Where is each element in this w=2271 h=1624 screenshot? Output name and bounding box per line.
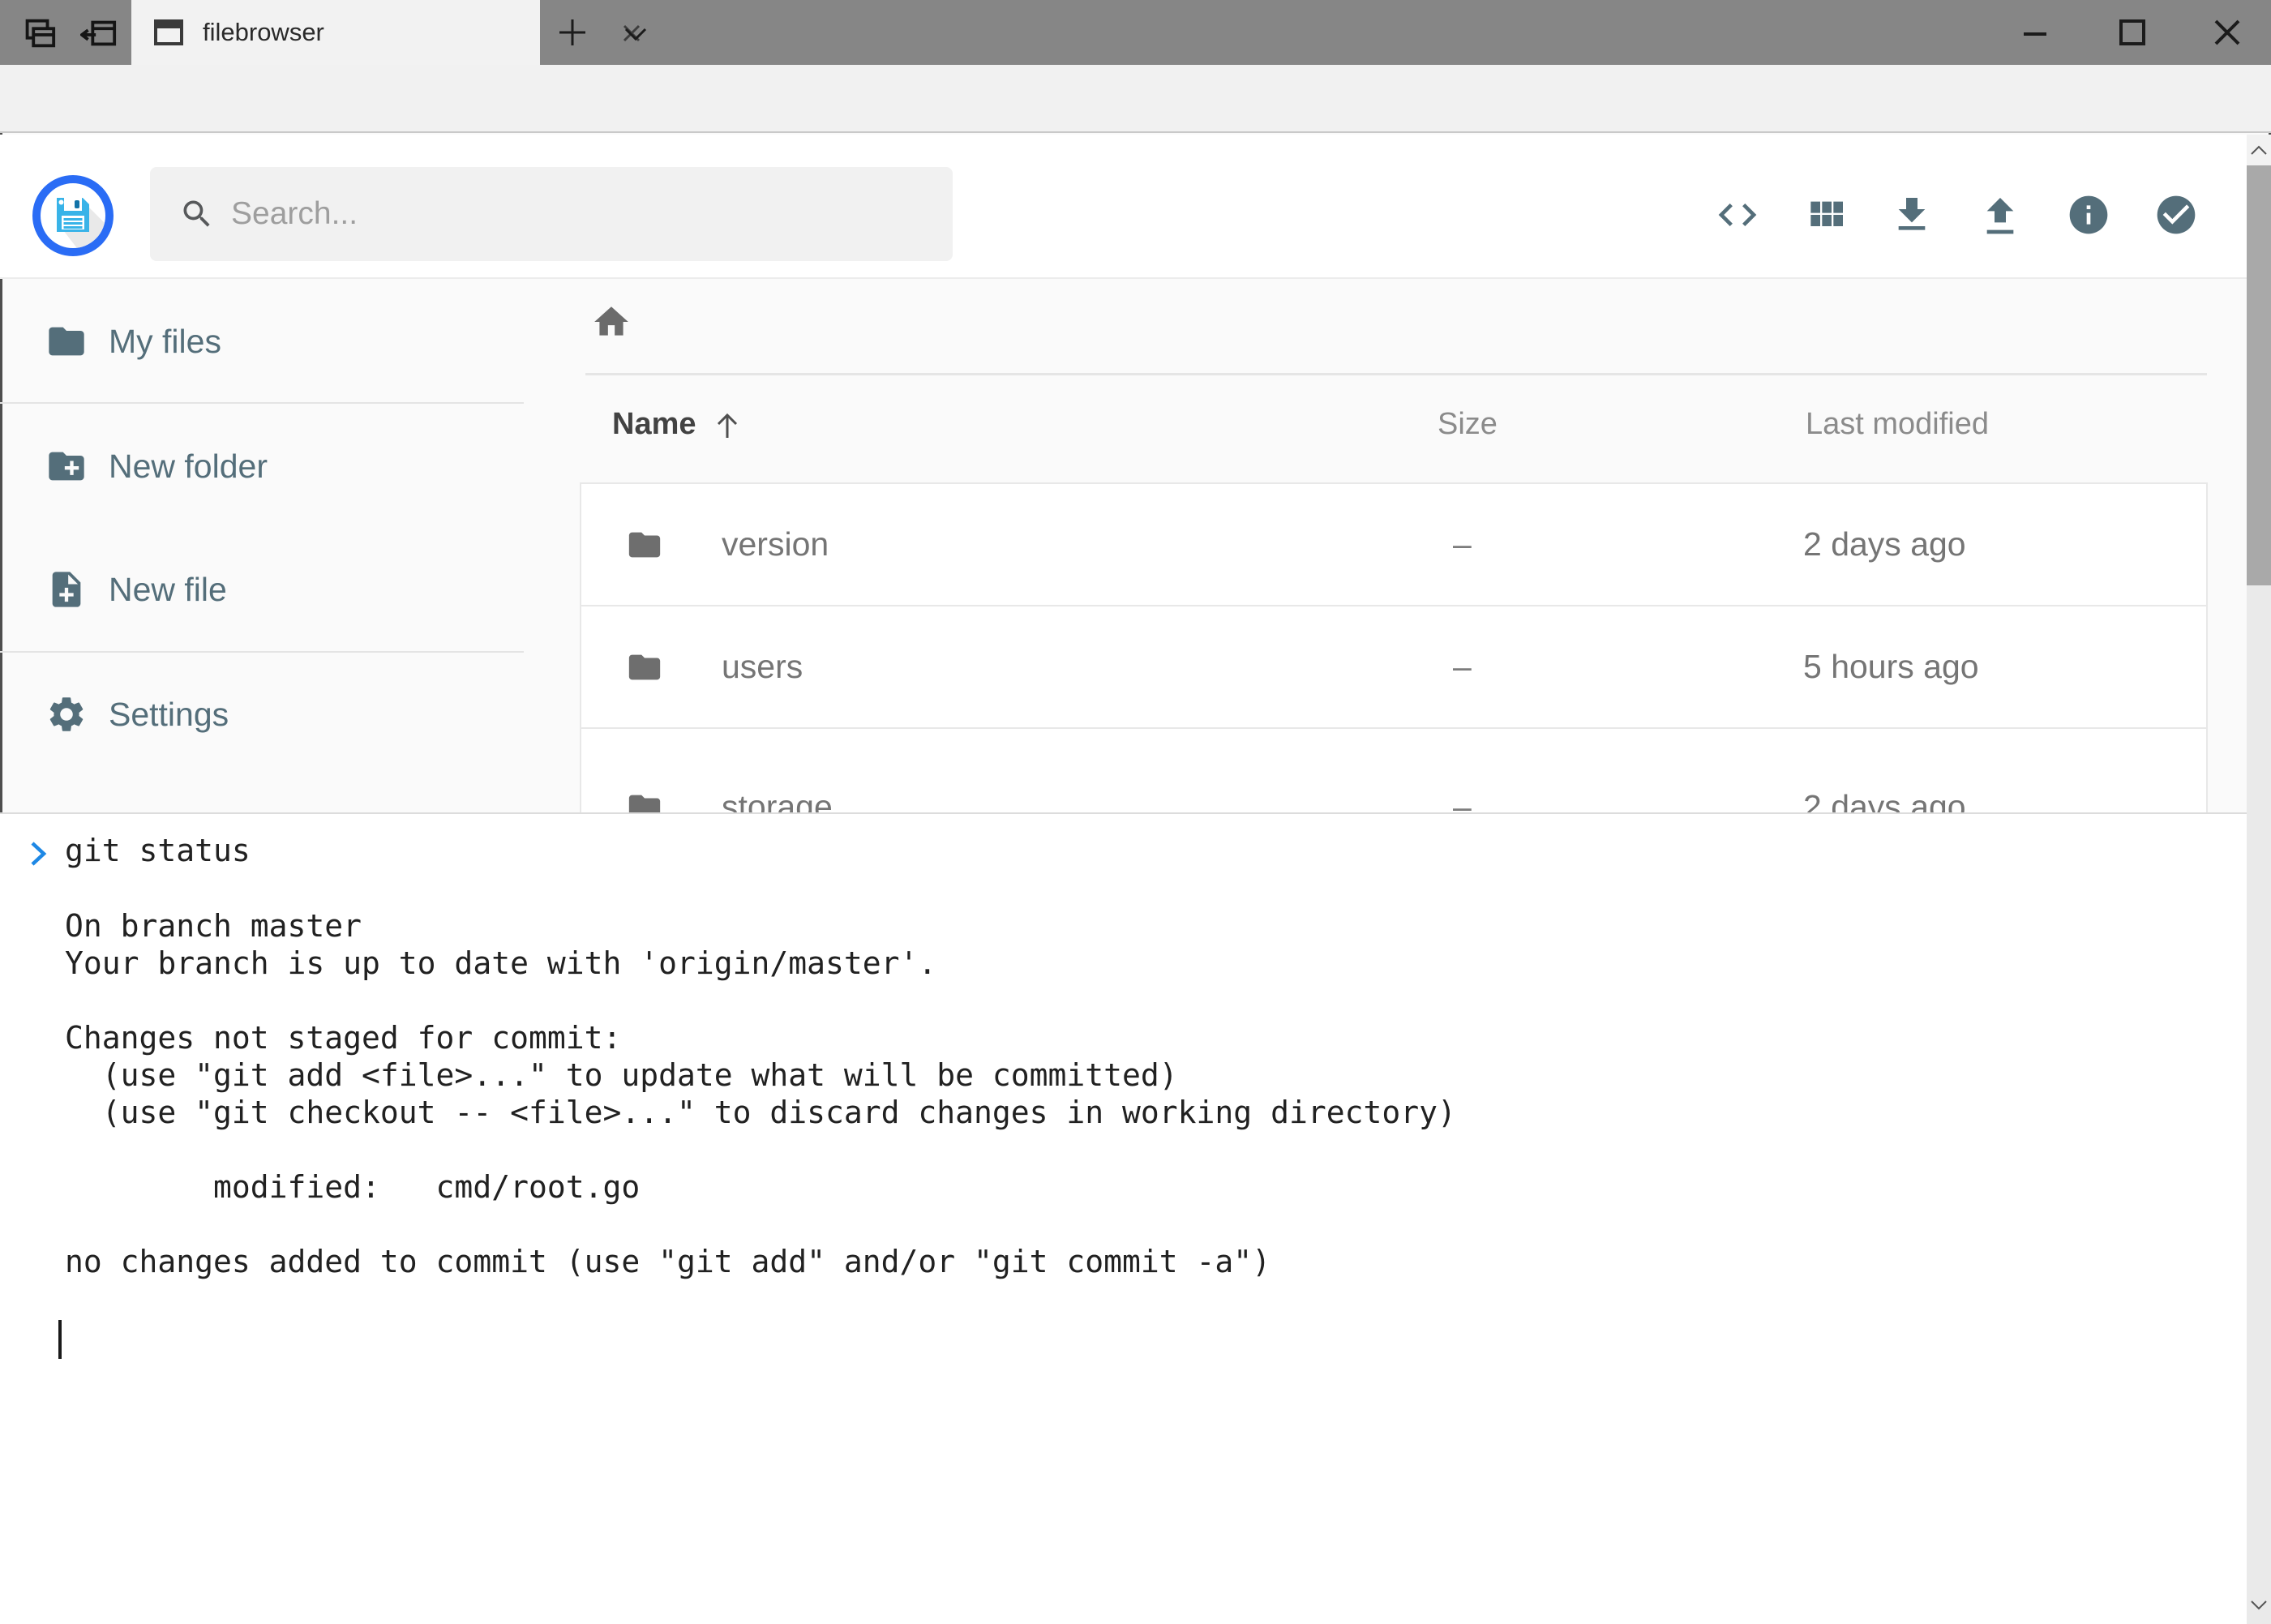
search-icon [179, 196, 215, 232]
file-row-users[interactable]: users – 5 hours ago [580, 605, 2208, 729]
row-size: – [1453, 525, 1472, 563]
row-name: version [722, 525, 829, 563]
page-favicon-icon [154, 19, 183, 45]
terminal-command: git status [65, 832, 251, 869]
terminal-panel[interactable]: git status On branch master Your branch … [0, 812, 2247, 1624]
search-input[interactable] [231, 196, 880, 232]
sidebar-item-settings[interactable]: Settings [0, 670, 535, 759]
chevron-right-icon [26, 840, 52, 868]
sidebar-item-my-files[interactable]: My files [0, 297, 535, 386]
titlebar: filebrowser [0, 0, 2271, 65]
info-icon[interactable] [2066, 192, 2111, 238]
breadcrumb-divider [585, 373, 2207, 375]
grid-view-icon[interactable] [1803, 192, 1849, 238]
breadcrumb-home-icon[interactable] [591, 302, 632, 342]
code-shell-icon[interactable] [1715, 192, 1760, 238]
sidebar-item-label: Settings [109, 696, 229, 734]
sidebar-item-new-file[interactable]: New file [0, 545, 535, 634]
row-modified: 2 days ago [1803, 525, 1966, 563]
browser-toolbar: filebrowser.web/files/ [0, 65, 2271, 133]
folder-icon [623, 526, 666, 563]
browser-tab[interactable]: filebrowser [131, 0, 540, 65]
minimize-icon[interactable] [1995, 13, 2076, 52]
sidebar-divider [0, 651, 524, 653]
gear-icon [45, 693, 88, 735]
set-tabs-aside-icon[interactable] [80, 15, 118, 52]
sidebar-item-new-folder[interactable]: New folder [0, 422, 535, 511]
folder-icon [623, 649, 666, 686]
row-name: users [722, 648, 803, 686]
sort-ascending-icon [711, 409, 743, 441]
new-tab-icon[interactable] [555, 15, 590, 50]
page-scrollbar[interactable] [2247, 135, 2271, 1624]
scrollbar-thumb[interactable] [2247, 165, 2271, 585]
column-name[interactable]: Name [612, 407, 743, 442]
sidebar-divider [0, 402, 524, 404]
maximize-icon[interactable] [2092, 13, 2173, 52]
search-box[interactable] [150, 167, 953, 261]
column-last-modified[interactable]: Last modified [1806, 407, 1989, 442]
upload-icon[interactable] [1977, 192, 2023, 238]
tab-preview-icon[interactable] [19, 15, 57, 52]
tab-title: filebrowser [203, 18, 324, 47]
folder-plus-icon [45, 445, 88, 487]
row-size: – [1453, 648, 1472, 686]
sidebar-item-label: My files [109, 323, 221, 361]
file-listing: Name Size Last modified version – 2 days… [535, 279, 2247, 812]
scroll-down-icon[interactable] [2247, 1590, 2271, 1621]
tab-list-chevron-icon[interactable] [619, 23, 652, 45]
row-modified: 5 hours ago [1803, 648, 1979, 686]
browser-window: filebrowser [0, 0, 2271, 1624]
download-icon[interactable] [1889, 192, 1935, 238]
close-icon[interactable] [2187, 13, 2268, 52]
folder-icon [45, 320, 88, 362]
app-header [0, 135, 2271, 279]
listing-header: Name Size Last modified [535, 401, 2247, 449]
filebrowser-logo-icon[interactable] [32, 175, 114, 256]
select-check-icon[interactable] [2153, 192, 2199, 238]
file-plus-icon [45, 568, 88, 611]
sidebar-item-label: New file [109, 571, 227, 609]
terminal-output: On branch master Your branch is up to da… [65, 907, 1456, 1280]
sidebar: My files New folder New file Settings [0, 279, 535, 812]
sidebar-item-label: New folder [109, 448, 268, 486]
scroll-up-icon[interactable] [2247, 135, 2271, 165]
file-row-version[interactable]: version – 2 days ago [580, 482, 2208, 606]
column-size[interactable]: Size [1438, 407, 1498, 442]
terminal-caret [58, 1320, 62, 1359]
